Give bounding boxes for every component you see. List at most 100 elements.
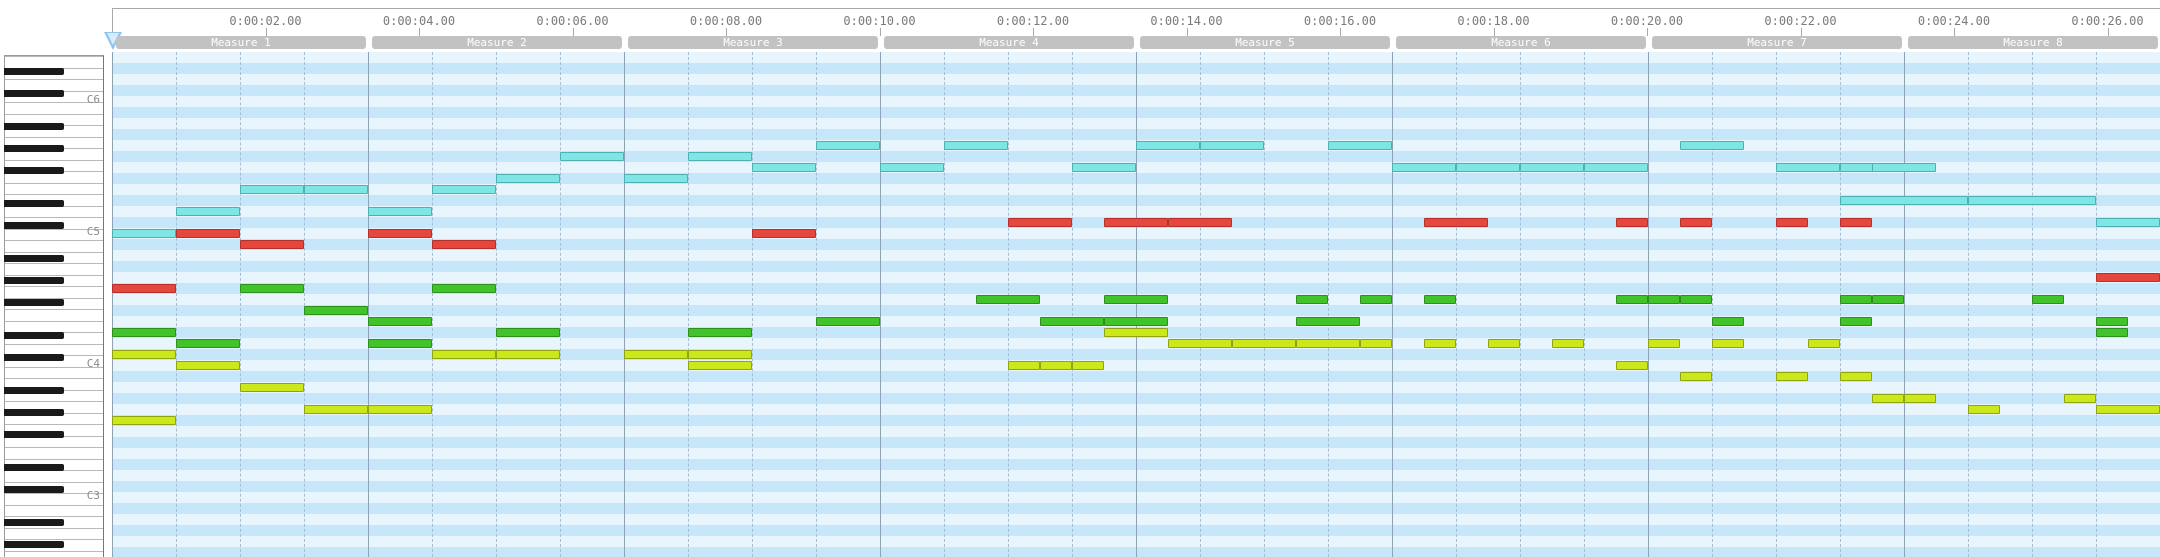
note-red[interactable]	[2096, 273, 2160, 282]
note-green[interactable]	[432, 284, 496, 293]
note-green[interactable]	[1616, 295, 1648, 304]
note-green[interactable]	[176, 339, 240, 348]
note-green[interactable]	[2096, 317, 2128, 326]
note-green[interactable]	[1360, 295, 1392, 304]
note-yellow[interactable]	[1904, 394, 1936, 403]
note-cyan[interactable]	[1872, 163, 1936, 172]
note-cyan[interactable]	[1072, 163, 1136, 172]
note-cyan[interactable]	[880, 163, 944, 172]
note-yellow[interactable]	[112, 350, 176, 359]
note-cyan[interactable]	[1456, 163, 1520, 172]
note-green[interactable]	[1104, 317, 1168, 326]
black-key[interactable]	[4, 68, 64, 75]
note-yellow[interactable]	[368, 405, 432, 414]
note-green[interactable]	[1680, 295, 1712, 304]
note-red[interactable]	[240, 240, 304, 249]
black-key[interactable]	[4, 541, 64, 548]
note-red[interactable]	[1424, 218, 1488, 227]
note-cyan[interactable]	[624, 174, 688, 183]
note-red[interactable]	[1008, 218, 1072, 227]
note-yellow[interactable]	[1360, 339, 1392, 348]
measure-label[interactable]: Measure 1	[116, 36, 366, 49]
note-red[interactable]	[176, 229, 240, 238]
black-key[interactable]	[4, 387, 64, 394]
note-yellow[interactable]	[688, 350, 752, 359]
black-key[interactable]	[4, 519, 64, 526]
note-yellow[interactable]	[176, 361, 240, 370]
note-red[interactable]	[112, 284, 176, 293]
note-cyan[interactable]	[1968, 196, 2096, 205]
black-key[interactable]	[4, 145, 64, 152]
black-key[interactable]	[4, 123, 64, 130]
note-yellow[interactable]	[1424, 339, 1456, 348]
note-yellow[interactable]	[1232, 339, 1296, 348]
note-green[interactable]	[816, 317, 880, 326]
note-cyan[interactable]	[1200, 141, 1264, 150]
note-green[interactable]	[1712, 317, 1744, 326]
note-yellow[interactable]	[432, 350, 496, 359]
note-green[interactable]	[368, 339, 432, 348]
note-yellow[interactable]	[1776, 372, 1808, 381]
note-green[interactable]	[304, 306, 368, 315]
note-yellow[interactable]	[1072, 361, 1104, 370]
black-key[interactable]	[4, 409, 64, 416]
note-green[interactable]	[1296, 295, 1328, 304]
note-yellow[interactable]	[1168, 339, 1232, 348]
note-green[interactable]	[2096, 328, 2128, 337]
note-cyan[interactable]	[1328, 141, 1392, 150]
black-key[interactable]	[4, 332, 64, 339]
note-yellow[interactable]	[240, 383, 304, 392]
black-key[interactable]	[4, 255, 64, 262]
note-green[interactable]	[1872, 295, 1904, 304]
note-green[interactable]	[1296, 317, 1360, 326]
note-yellow[interactable]	[688, 361, 752, 370]
note-yellow[interactable]	[1840, 372, 1872, 381]
note-green[interactable]	[1840, 295, 1872, 304]
note-green[interactable]	[1040, 317, 1104, 326]
measure-label[interactable]: Measure 7	[1652, 36, 1902, 49]
measure-label[interactable]: Measure 4	[884, 36, 1134, 49]
note-cyan[interactable]	[112, 229, 176, 238]
note-yellow[interactable]	[112, 416, 176, 425]
note-red[interactable]	[1168, 218, 1232, 227]
note-green[interactable]	[368, 317, 432, 326]
note-yellow[interactable]	[1488, 339, 1520, 348]
black-key[interactable]	[4, 167, 64, 174]
note-green[interactable]	[1840, 317, 1872, 326]
note-cyan[interactable]	[752, 163, 816, 172]
black-key[interactable]	[4, 431, 64, 438]
note-red[interactable]	[1776, 218, 1808, 227]
note-green[interactable]	[688, 328, 752, 337]
note-yellow[interactable]	[1648, 339, 1680, 348]
note-yellow[interactable]	[304, 405, 368, 414]
note-cyan[interactable]	[1840, 196, 1968, 205]
note-cyan[interactable]	[1136, 141, 1200, 150]
note-green[interactable]	[112, 328, 176, 337]
piano-keyboard[interactable]: C6 C5 C4 C3	[0, 52, 108, 557]
black-key[interactable]	[4, 277, 64, 284]
note-yellow[interactable]	[1712, 339, 1744, 348]
note-cyan[interactable]	[240, 185, 304, 194]
note-cyan[interactable]	[176, 207, 240, 216]
note-cyan[interactable]	[304, 185, 368, 194]
note-red[interactable]	[1616, 218, 1648, 227]
note-yellow[interactable]	[1008, 361, 1040, 370]
note-cyan[interactable]	[2096, 218, 2160, 227]
measure-label[interactable]: Measure 8	[1908, 36, 2158, 49]
note-cyan[interactable]	[496, 174, 560, 183]
note-yellow[interactable]	[1104, 328, 1168, 337]
note-yellow[interactable]	[2096, 405, 2160, 414]
note-red[interactable]	[1680, 218, 1712, 227]
note-cyan[interactable]	[560, 152, 624, 161]
note-yellow[interactable]	[1296, 339, 1360, 348]
time-ruler[interactable]: 0:00:02.00 0:00:04.00 0:00:06.00 0:00:08.00…	[112, 8, 2160, 36]
note-yellow[interactable]	[2064, 394, 2096, 403]
note-cyan[interactable]	[688, 152, 752, 161]
note-green[interactable]	[2032, 295, 2064, 304]
note-cyan[interactable]	[944, 141, 1008, 150]
note-red[interactable]	[432, 240, 496, 249]
black-key[interactable]	[4, 299, 64, 306]
measure-label[interactable]: Measure 5	[1140, 36, 1390, 49]
note-green[interactable]	[1424, 295, 1456, 304]
note-yellow[interactable]	[1680, 372, 1712, 381]
